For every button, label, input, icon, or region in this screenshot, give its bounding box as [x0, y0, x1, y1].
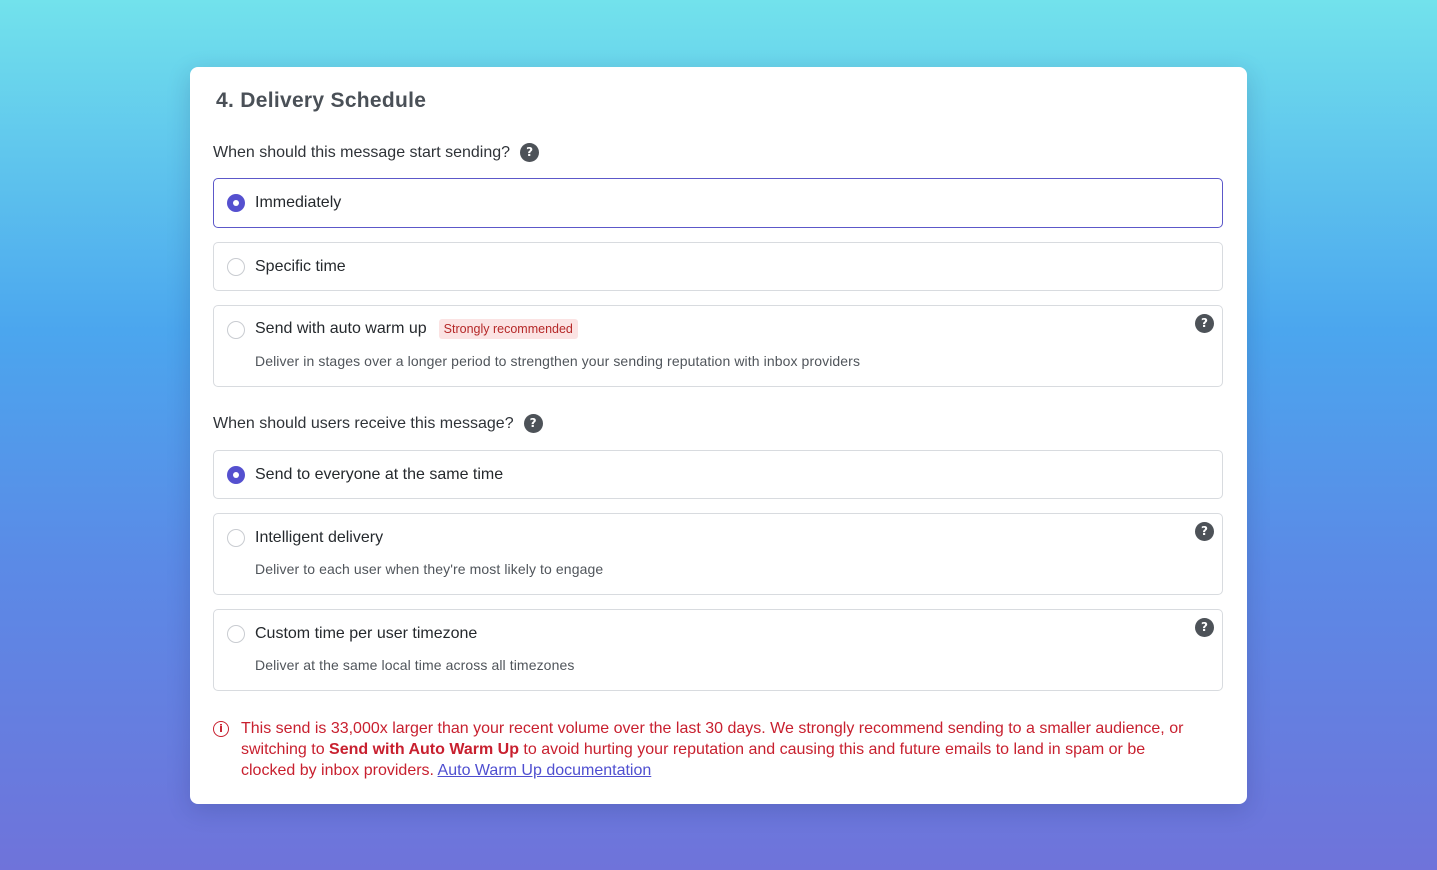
help-icon[interactable]: ? [1195, 314, 1214, 333]
option-same-time[interactable]: Send to everyone at the same time [213, 450, 1223, 499]
option-auto-warm-up-description: Deliver in stages over a longer period t… [255, 353, 861, 369]
option-intelligent-delivery-label: Intelligent delivery [255, 529, 384, 546]
option-intelligent-delivery[interactable]: Intelligent delivery Deliver to each use… [213, 513, 1223, 595]
help-icon[interactable]: ? [520, 143, 540, 162]
receive-question-label: When should users receive this message? [213, 414, 514, 432]
receive-question: When should users receive this message? … [213, 414, 543, 433]
option-specific-time-label: Specific time [255, 258, 346, 275]
start-sending-question: When should this message start sending? … [213, 143, 540, 162]
radio-custom-timezone[interactable] [227, 625, 245, 643]
help-icon[interactable]: ? [1195, 522, 1214, 541]
option-immediately-label: Immediately [255, 194, 342, 211]
warning-info-icon: i [213, 721, 229, 737]
radio-specific-time[interactable] [227, 258, 245, 276]
delivery-schedule-card: 4. Delivery Schedule When should this me… [190, 67, 1247, 804]
start-sending-question-label: When should this message start sending? [213, 143, 511, 161]
option-same-time-label: Send to everyone at the same time [255, 466, 504, 483]
help-icon[interactable]: ? [1195, 618, 1214, 637]
option-auto-warm-up-label: Send with auto warm up [255, 320, 427, 337]
radio-immediately[interactable] [227, 194, 245, 212]
option-immediately[interactable]: Immediately [213, 178, 1223, 228]
option-custom-timezone[interactable]: Custom time per user timezone Deliver at… [213, 609, 1223, 691]
option-intelligent-delivery-description: Deliver to each user when they're most l… [255, 561, 604, 577]
help-icon[interactable]: ? [523, 414, 543, 433]
volume-warning: i This send is 33,000x larger than your … [213, 718, 1203, 781]
auto-warm-up-doc-link[interactable]: Auto Warm Up documentation [438, 762, 652, 779]
option-auto-warm-up-label-row: Send with auto warm up Strongly recommen… [255, 319, 578, 339]
option-auto-warm-up[interactable]: Send with auto warm up Strongly recommen… [213, 305, 1223, 387]
radio-intelligent-delivery[interactable] [227, 529, 245, 547]
option-custom-timezone-label: Custom time per user timezone [255, 625, 478, 642]
strongly-recommended-badge: Strongly recommended [438, 319, 578, 339]
option-specific-time[interactable]: Specific time [213, 242, 1223, 291]
warning-bold-text: Send with Auto Warm Up [329, 741, 519, 758]
option-custom-timezone-description: Deliver at the same local time across al… [255, 657, 575, 673]
radio-same-time[interactable] [227, 466, 245, 484]
warning-text: This send is 33,000x larger than your re… [241, 718, 1203, 781]
section-title: 4. Delivery Schedule [216, 89, 427, 112]
radio-auto-warm-up[interactable] [227, 321, 245, 339]
